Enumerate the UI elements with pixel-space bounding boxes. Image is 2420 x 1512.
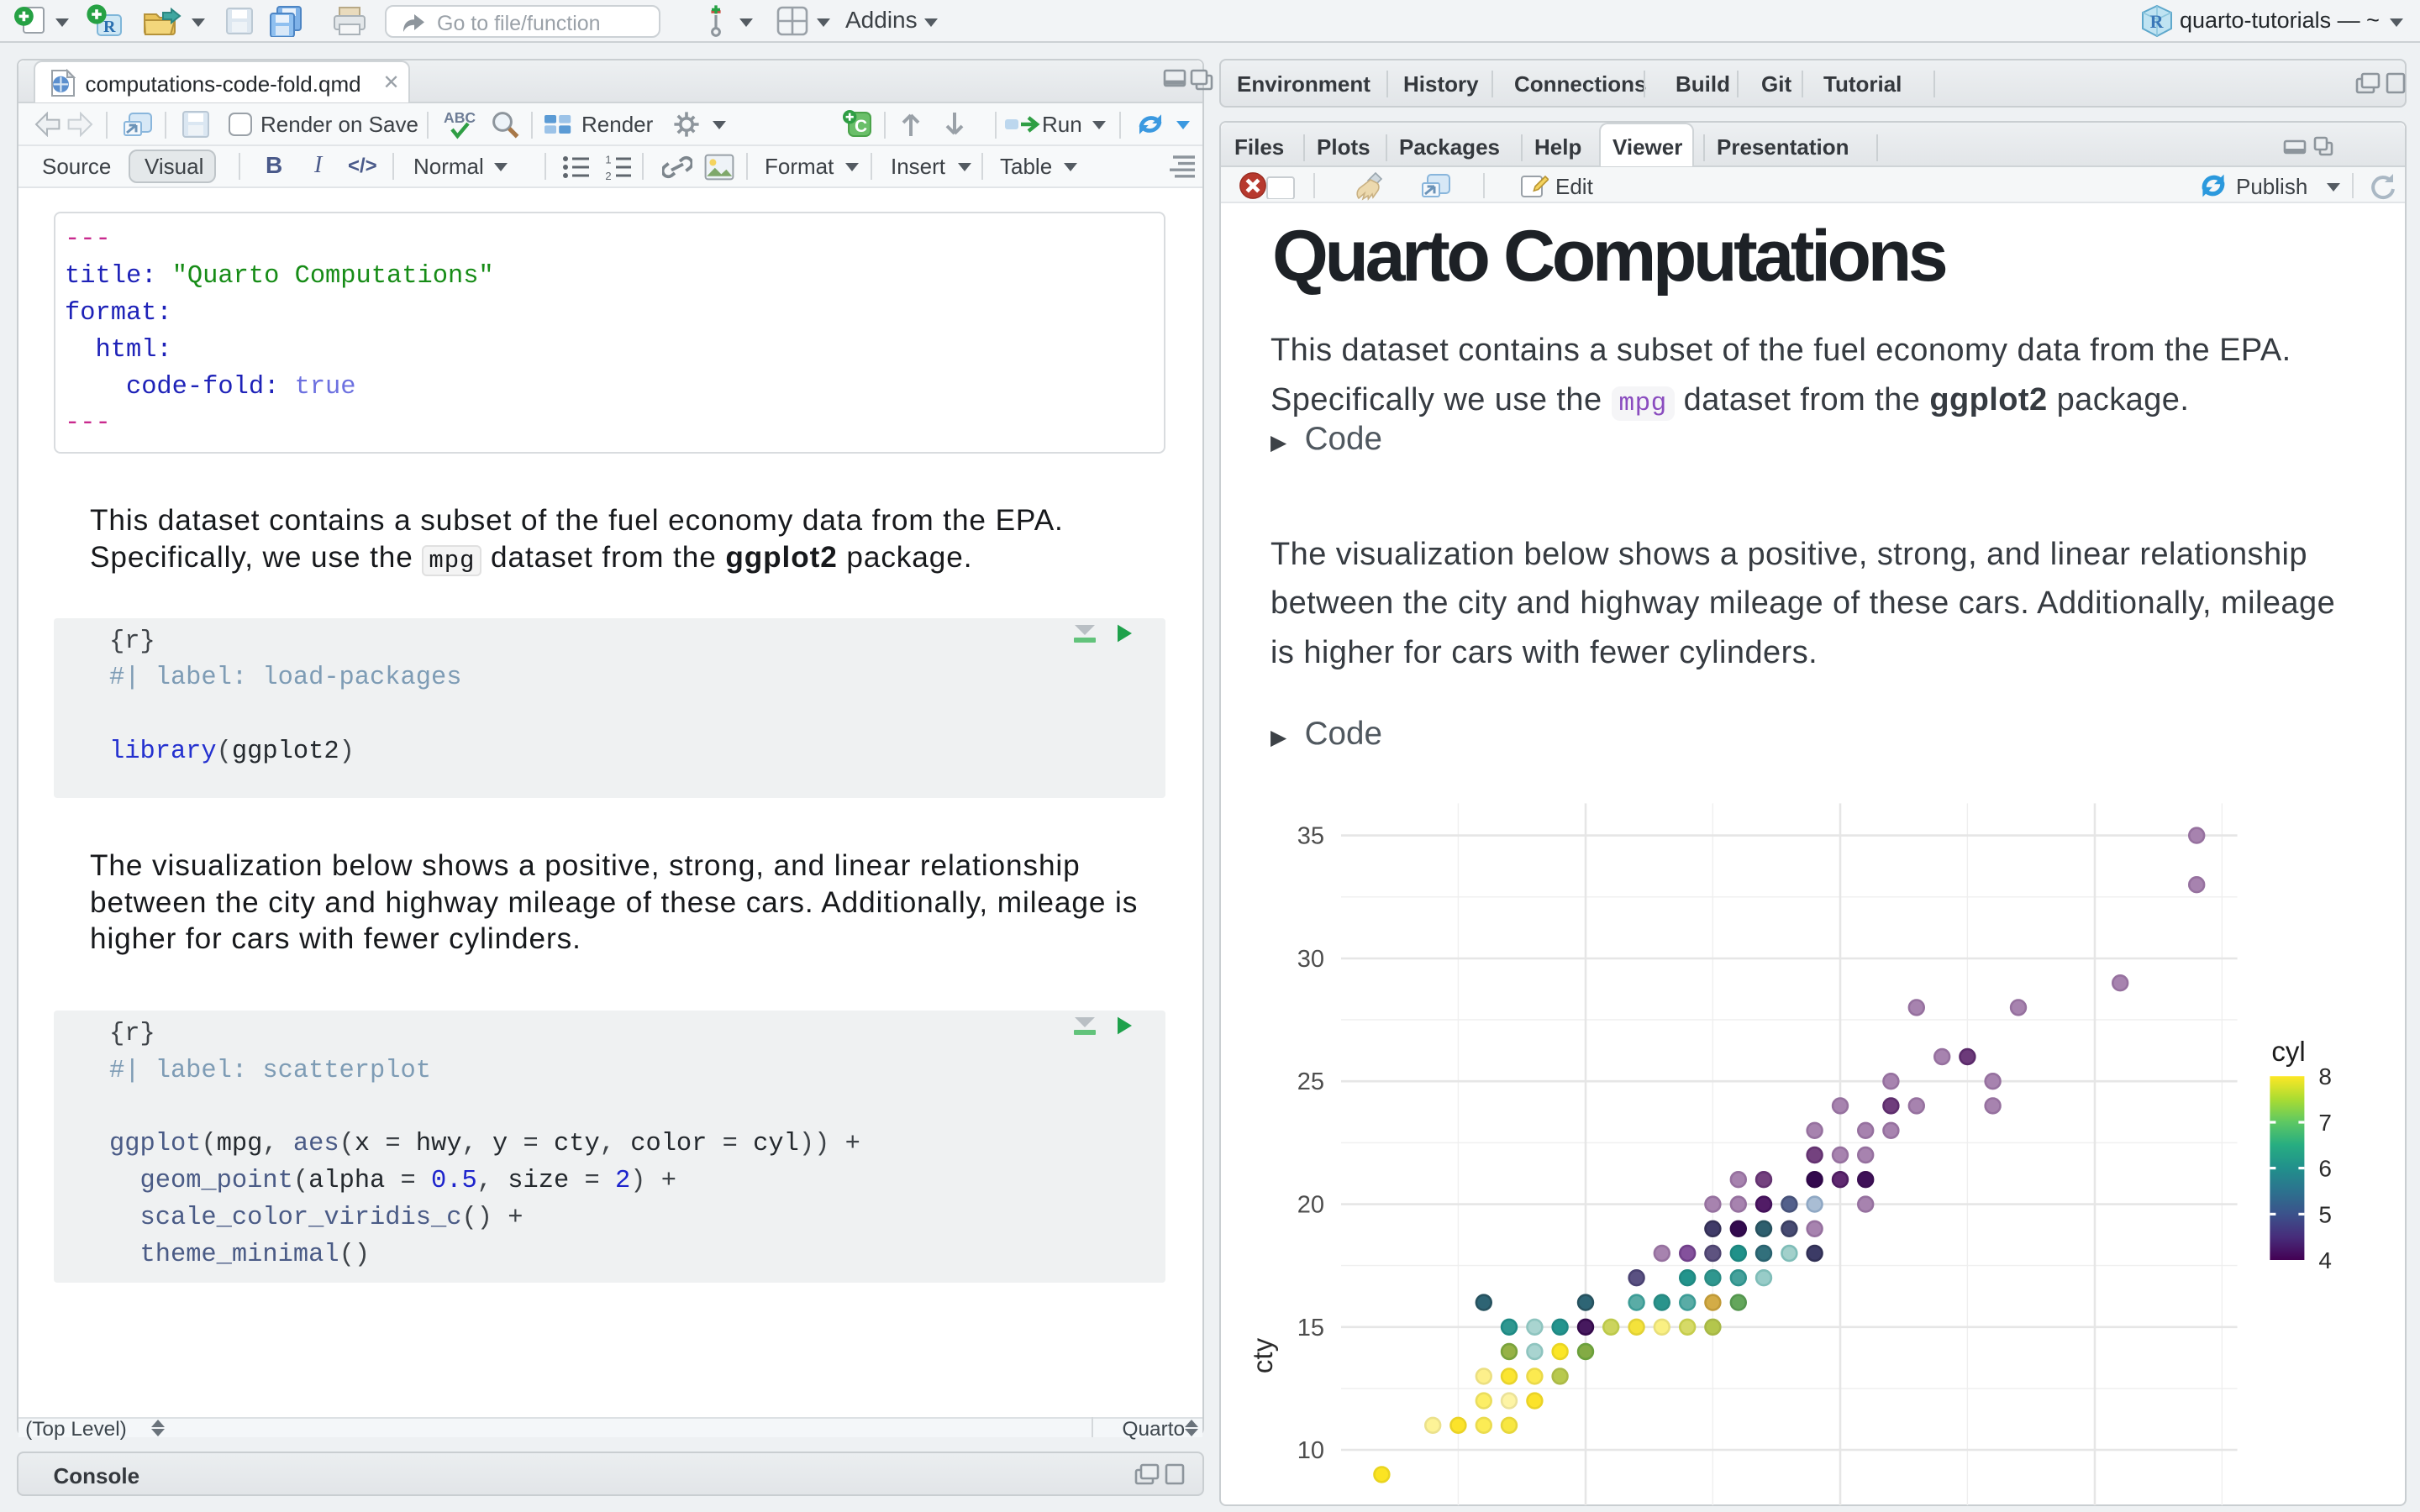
svg-text:4: 4	[2318, 1247, 2332, 1273]
svg-text:20: 20	[1297, 1192, 1324, 1219]
svg-text:R: R	[103, 18, 116, 36]
svg-text:cyl: cyl	[2271, 1036, 2305, 1067]
svg-text:2: 2	[605, 170, 611, 180]
svg-text:7: 7	[2318, 1110, 2332, 1136]
svg-text:10: 10	[1297, 1437, 1324, 1464]
svg-text:15: 15	[1297, 1315, 1324, 1341]
svg-text:25: 25	[1297, 1068, 1324, 1095]
svg-text:1: 1	[605, 155, 611, 165]
svg-text:35: 35	[1297, 823, 1324, 850]
svg-text:5: 5	[2318, 1201, 2332, 1227]
svg-text:cty: cty	[1247, 1337, 1278, 1373]
svg-text:6: 6	[2318, 1156, 2332, 1182]
svg-text:R: R	[2150, 11, 2165, 32]
svg-text:ABC: ABC	[444, 109, 476, 126]
svg-text:C: C	[855, 117, 867, 136]
svg-text:30: 30	[1297, 946, 1324, 973]
svg-text:8: 8	[2318, 1063, 2332, 1089]
